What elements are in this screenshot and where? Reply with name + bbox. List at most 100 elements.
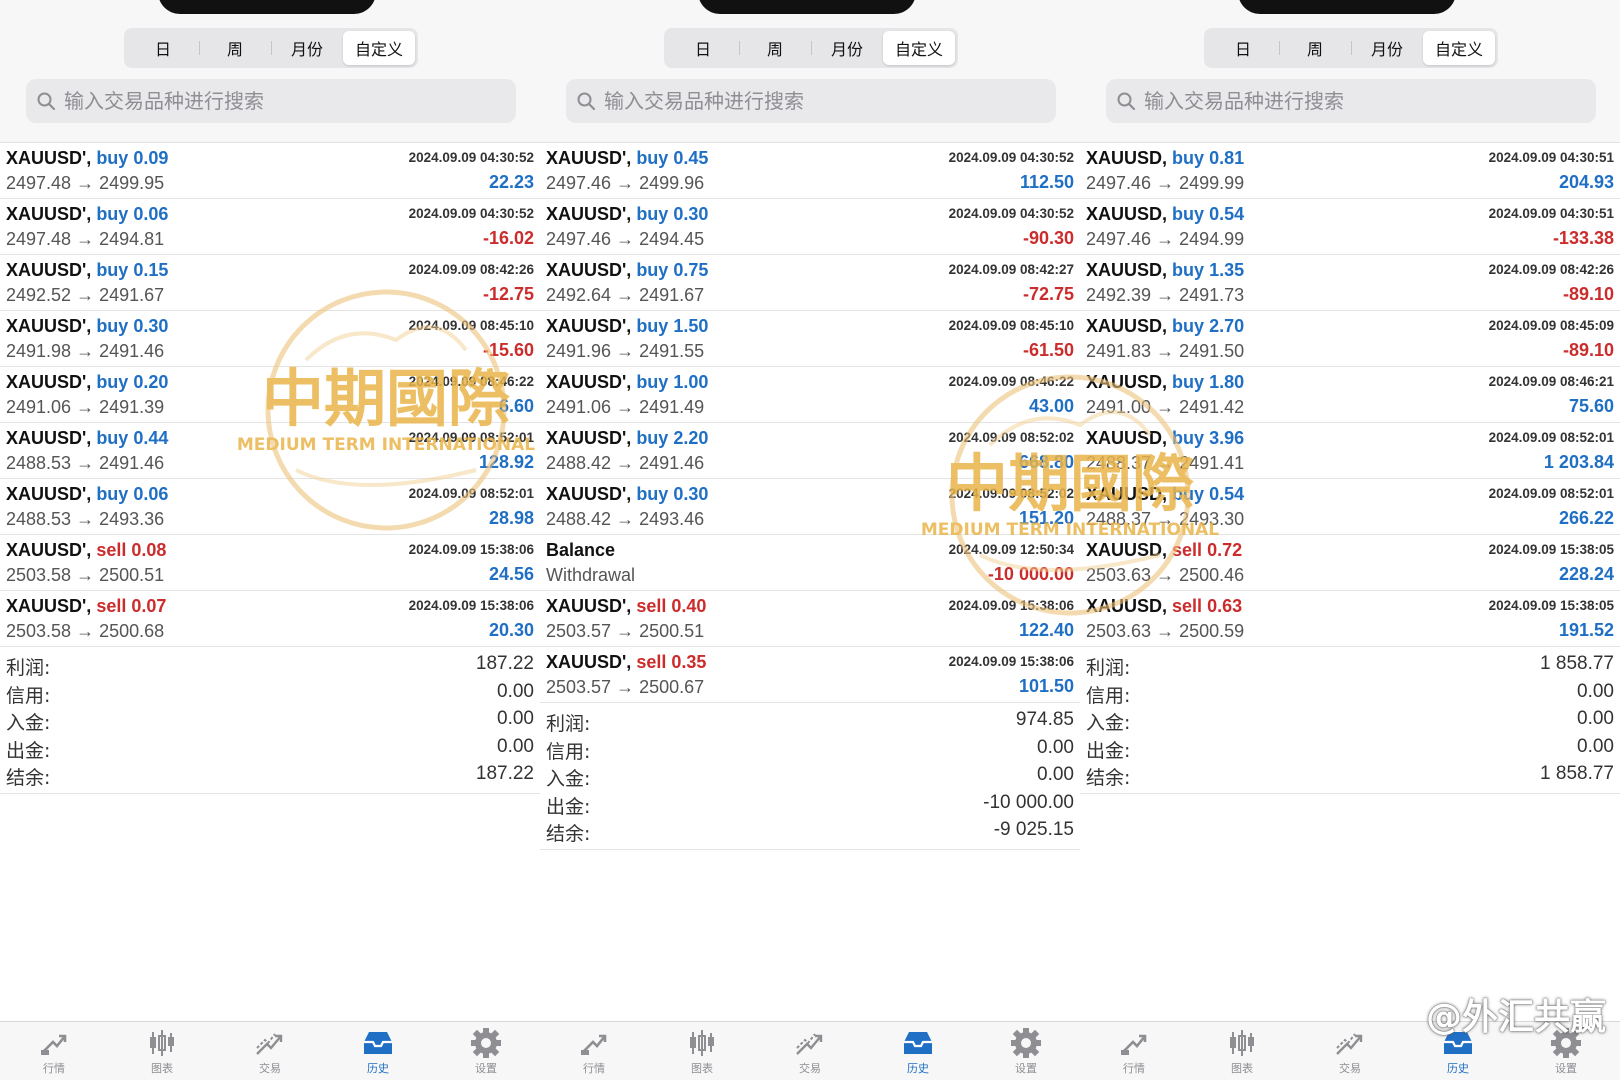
segment-1[interactable]: 日 (127, 31, 199, 65)
tab-trade[interactable]: 交易 (216, 1022, 324, 1080)
panel-header: 日周月份 自定义 (0, 0, 540, 143)
trade-time: 2024.09.09 15:38:06 (948, 654, 1074, 669)
trade-row[interactable]: XAUUSD', buy 0.06 2024.09.09 04:30:52 2497… (0, 199, 540, 255)
trade-row[interactable]: XAUUSD', buy 0.20 2024.09.09 08:46:22 2491… (0, 367, 540, 423)
search-bar[interactable] (566, 79, 1056, 123)
search-input[interactable] (604, 89, 1024, 113)
history-icon (904, 1032, 932, 1054)
trade-row[interactable]: XAUUSD', buy 2.20 2024.09.09 08:52:02 2488… (540, 423, 1080, 479)
trade-prices: 2497.46 → 2499.96 (546, 173, 705, 193)
segment-2[interactable]: 周 (1279, 31, 1351, 65)
trade-row[interactable]: XAUUSD', buy 0.45 2024.09.09 04:30:52 2497… (540, 143, 1080, 199)
trade-row[interactable]: XAUUSD, sell 0.63 2024.09.09 15:38:05 2503… (1080, 591, 1620, 647)
trade-time: 2024.09.09 08:42:27 (948, 262, 1074, 277)
tab-quotes[interactable]: 行情 (1080, 1022, 1188, 1080)
trade-time: 2024.09.09 04:30:52 (408, 150, 534, 165)
segment-1[interactable]: 日 (667, 31, 739, 65)
trade-row[interactable]: XAUUSD', sell 0.40 2024.09.09 15:38:06 250… (540, 591, 1080, 647)
trade-row[interactable]: Balance 2024.09.09 12:50:34 Withdrawal -10 … (540, 535, 1080, 591)
tab-chart[interactable]: 图表 (108, 1022, 216, 1080)
trade-profit: -16.02 (482, 228, 534, 248)
segment-4[interactable]: 自定义 (343, 31, 415, 65)
trade-lot: 0.44 (133, 428, 169, 448)
trade-title: XAUUSD, sell 0.63 (1086, 596, 1242, 617)
segment-3[interactable]: 月份 (811, 31, 883, 65)
trade-row[interactable]: XAUUSD, buy 0.54 2024.09.09 04:30:51 2497.… (1080, 199, 1620, 255)
summary-label: 出金: (6, 739, 51, 762)
tab-chart[interactable]: 图表 (648, 1022, 756, 1080)
trade-side: buy (1172, 204, 1205, 224)
trade-symbol: XAUUSD', (546, 372, 632, 392)
search-bar[interactable] (26, 79, 516, 123)
tab-history[interactable]: 历史 (324, 1022, 432, 1080)
trade-profit: 1 203.84 (1543, 452, 1614, 472)
tab-label: 历史 (1447, 1062, 1469, 1075)
trade-time: 2024.09.09 08:52:02 (948, 430, 1074, 445)
segment-2[interactable]: 周 (199, 31, 271, 65)
phone-notch (1238, 0, 1456, 14)
trade-row[interactable]: XAUUSD, buy 0.54 2024.09.09 08:52:01 2488.… (1080, 479, 1620, 535)
segment-2[interactable]: 周 (739, 31, 811, 65)
period-segmented-control: 日周月份 自定义 (664, 28, 958, 68)
segment-3[interactable]: 月份 (1351, 31, 1423, 65)
tab-settings[interactable]: 设置 (432, 1022, 540, 1080)
trade-row[interactable]: XAUUSD, buy 1.80 2024.09.09 08:46:21 2491.… (1080, 367, 1620, 423)
chart-icon (150, 1030, 174, 1056)
segment-4[interactable]: 自定义 (1423, 31, 1495, 65)
tab-quotes[interactable]: 行情 (0, 1022, 108, 1080)
trade-prices: 2492.64 → 2491.67 (546, 285, 705, 305)
trade-prices: 2503.63 → 2500.59 (1086, 621, 1245, 641)
trade-row[interactable]: XAUUSD', buy 0.75 2024.09.09 08:42:27 2492… (540, 255, 1080, 311)
summary-value: 0.00 (497, 708, 534, 729)
tab-settings[interactable]: 设置 (972, 1022, 1080, 1080)
trade-row[interactable]: XAUUSD, buy 3.96 2024.09.09 08:52:01 2488.… (1080, 423, 1620, 479)
trade-time: 2024.09.09 08:52:01 (1488, 486, 1614, 501)
tab-trade[interactable]: 交易 (1296, 1022, 1404, 1080)
trade-row[interactable]: XAUUSD', buy 0.30 2024.09.09 04:30:52 2497… (540, 199, 1080, 255)
trade-lot: 0.54 (1209, 484, 1245, 504)
trade-side: buy (1172, 260, 1205, 280)
trade-side: buy (636, 372, 669, 392)
search-bar[interactable] (1106, 79, 1596, 123)
trade-time: 2024.09.09 08:52:01 (1488, 430, 1614, 445)
trade-row[interactable]: XAUUSD', sell 0.35 2024.09.09 15:38:06 250… (540, 647, 1080, 703)
trade-profit: 22.23 (488, 172, 534, 192)
summary-line: 出金: 0.00 (0, 734, 540, 762)
trade-symbol: XAUUSD', (546, 652, 632, 672)
trade-prices: 2491.06 → 2491.39 (6, 397, 165, 417)
trade-row[interactable]: XAUUSD', sell 0.07 2024.09.09 15:38:06 250… (0, 591, 540, 647)
segment-4[interactable]: 自定义 (883, 31, 955, 65)
tab-chart[interactable]: 图表 (1188, 1022, 1296, 1080)
trade-time: 2024.09.09 15:38:06 (408, 598, 534, 613)
search-input[interactable] (64, 89, 484, 113)
trade-row[interactable]: XAUUSD', buy 1.50 2024.09.09 08:45:10 2491… (540, 311, 1080, 367)
trade-row[interactable]: XAUUSD, buy 0.81 2024.09.09 04:30:51 2497.… (1080, 143, 1620, 199)
trade-title: XAUUSD', buy 0.45 (546, 148, 708, 169)
trade-row[interactable]: XAUUSD', buy 1.00 2024.09.09 08:46:22 2491… (540, 367, 1080, 423)
summary-line: 入金: 0.00 (0, 706, 540, 734)
trade-row[interactable]: XAUUSD', sell 0.08 2024.09.09 15:38:06 250… (0, 535, 540, 591)
trade-lot: 0.15 (133, 260, 169, 280)
trade-row[interactable]: XAUUSD', buy 0.06 2024.09.09 08:52:01 2488… (0, 479, 540, 535)
tab-trade[interactable]: 交易 (756, 1022, 864, 1080)
trade-row[interactable]: XAUUSD', buy 0.15 2024.09.09 08:42:26 2492… (0, 255, 540, 311)
trade-row[interactable]: XAUUSD', buy 0.30 2024.09.09 08:45:10 2491… (0, 311, 540, 367)
trade-profit: 101.50 (1018, 676, 1074, 696)
trade-row[interactable]: XAUUSD', buy 0.44 2024.09.09 08:52:01 2488… (0, 423, 540, 479)
segment-3[interactable]: 月份 (271, 31, 343, 65)
chart-icon (690, 1030, 714, 1056)
tab-quotes[interactable]: 行情 (540, 1022, 648, 1080)
trade-title: XAUUSD, buy 3.96 (1086, 428, 1244, 449)
trade-title: XAUUSD', buy 0.30 (546, 484, 708, 505)
trade-lot: 1.35 (1209, 260, 1245, 280)
search-input[interactable] (1144, 89, 1564, 113)
tab-history[interactable]: 历史 (864, 1022, 972, 1080)
trade-row[interactable]: XAUUSD', buy 0.09 2024.09.09 04:30:52 2497… (0, 143, 540, 199)
trade-row[interactable]: XAUUSD, sell 0.72 2024.09.09 15:38:05 2503… (1080, 535, 1620, 591)
trade-row[interactable]: XAUUSD, buy 2.70 2024.09.09 08:45:09 2491.… (1080, 311, 1620, 367)
trade-row[interactable]: XAUUSD, buy 1.35 2024.09.09 08:42:26 2492.… (1080, 255, 1620, 311)
segment-1[interactable]: 日 (1207, 31, 1279, 65)
trade-side: sell (636, 596, 667, 616)
trade-row[interactable]: XAUUSD', buy 0.30 2024.09.09 08:52:02 2488… (540, 479, 1080, 535)
summary-label: 出金: (546, 795, 591, 818)
